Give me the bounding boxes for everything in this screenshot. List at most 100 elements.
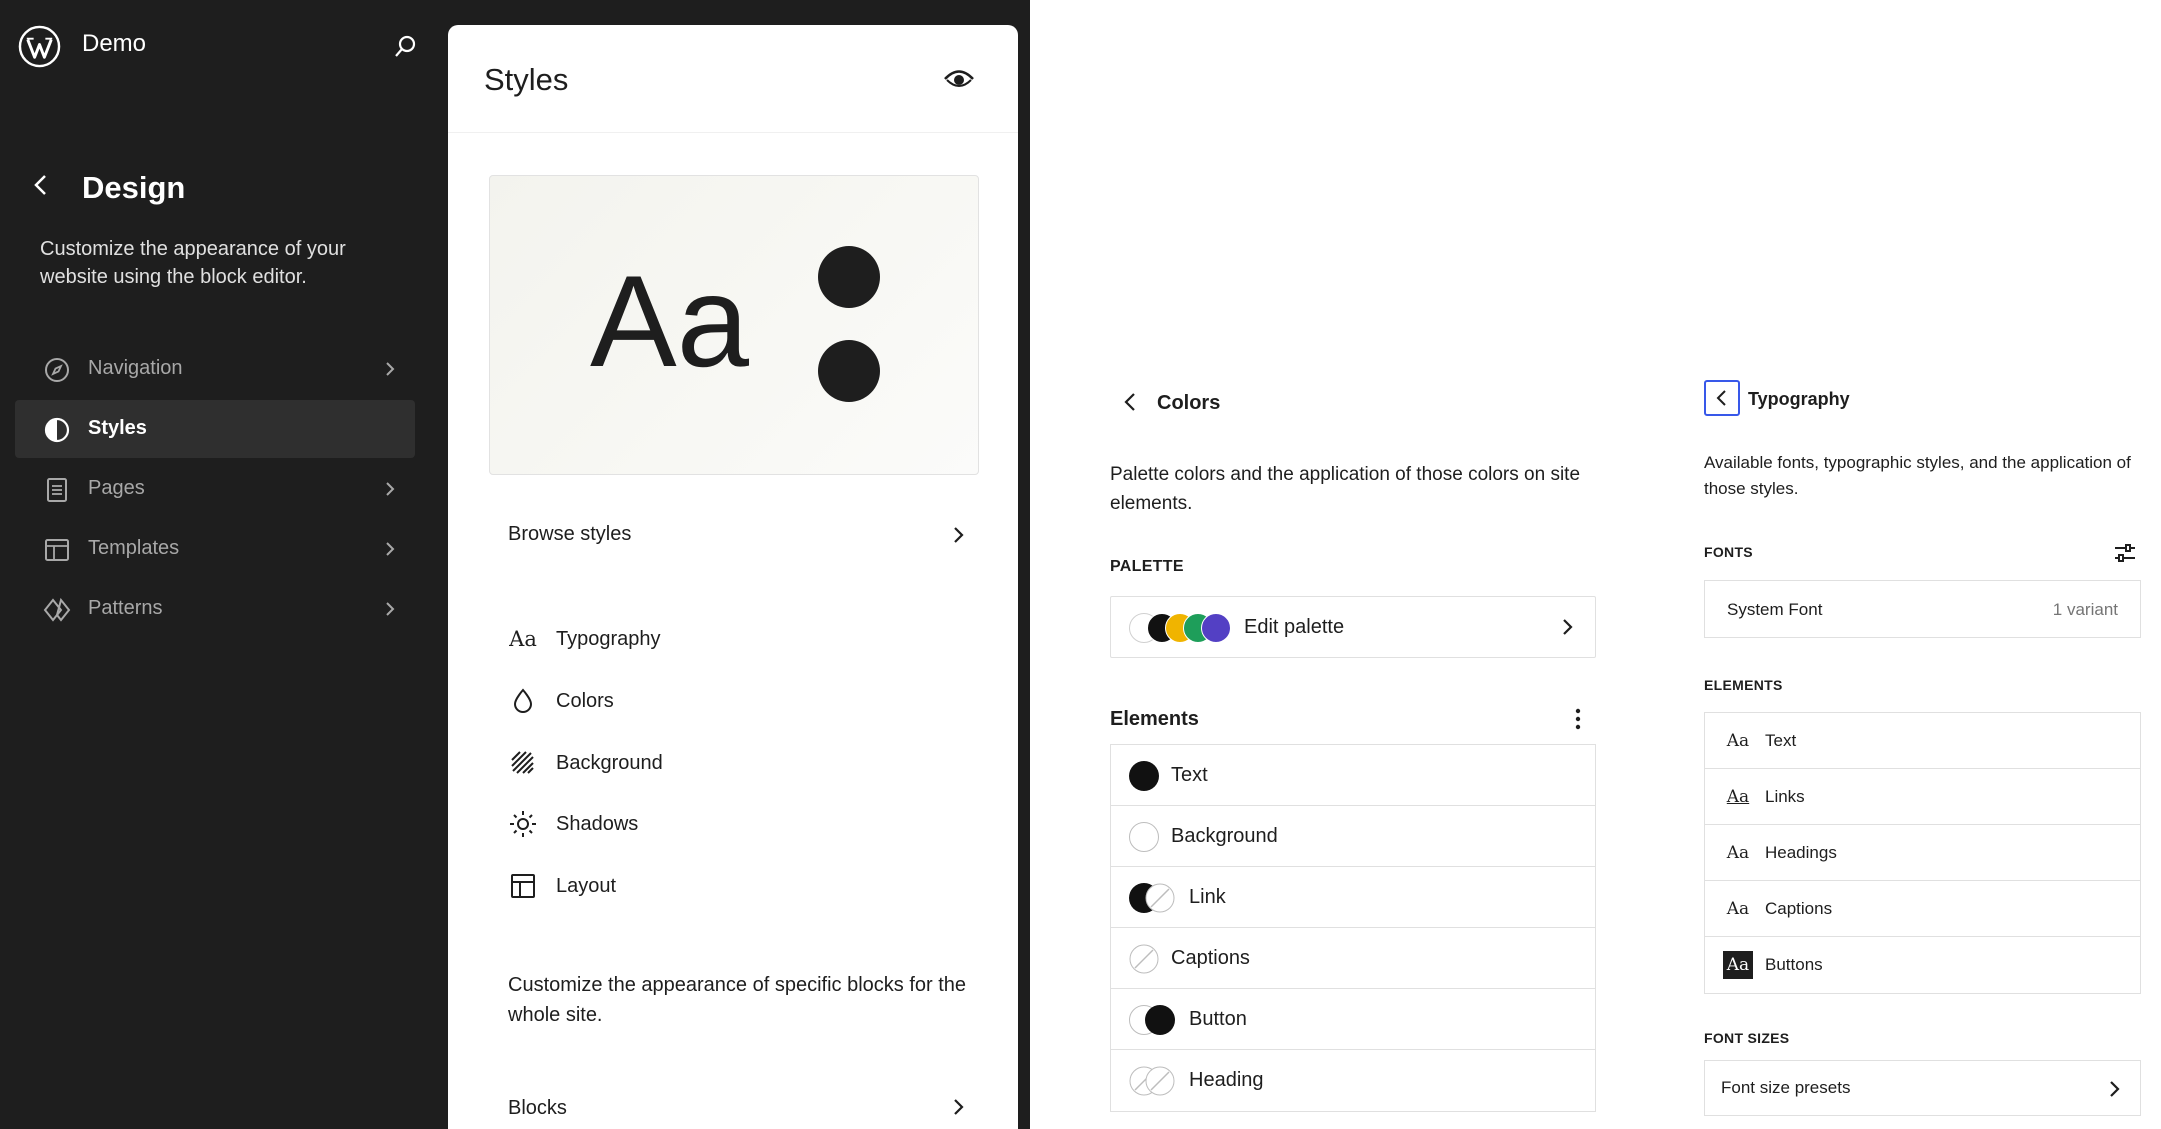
typography-element-label: Captions [1765, 899, 1833, 918]
color-element-label: Text [1171, 764, 1208, 786]
color-element-label: Heading [1189, 1069, 1264, 1091]
elements-header: Elements [1110, 702, 1596, 738]
sidebar-item-label: Styles [88, 417, 147, 439]
styles-item-label: Typography [556, 628, 661, 650]
typography-icon: Aa [1726, 843, 1750, 863]
font-family-item[interactable]: System Font 1 variant [1704, 580, 2141, 638]
typography-element-label: Buttons [1765, 955, 1823, 974]
chevron-right-icon [386, 362, 395, 376]
color-element-text[interactable]: Text [1111, 745, 1595, 806]
sidebar-item-label: Patterns [88, 597, 163, 619]
typography-glyph: Aa [1726, 787, 1750, 807]
chevron-right-icon [954, 1099, 964, 1115]
symbol-icon [43, 597, 71, 622]
background-pattern-icon [511, 751, 534, 774]
font-size-presets-button[interactable]: Font size presets [1704, 1060, 2141, 1116]
styles-panel: Styles Aa Browse styles Aa Typography Co… [448, 25, 1018, 1129]
typography-element-label: Text [1765, 731, 1797, 750]
color-element-label: Background [1171, 825, 1278, 847]
color-element-label: Captions [1171, 947, 1250, 969]
color-element-heading[interactable]: Heading [1111, 1050, 1595, 1111]
typography-panel-title: Typography [1748, 389, 1850, 409]
sidebar-item-templates[interactable]: Templates [15, 520, 415, 578]
site-editor-sidebar: Demo Design Customize the appearance of … [0, 0, 1030, 1129]
wordpress-logo-icon[interactable] [18, 25, 61, 68]
compass-icon [45, 358, 69, 382]
typography-icon: Aa [1726, 731, 1750, 751]
styles-item-layout[interactable]: Layout [508, 863, 968, 909]
color-element-link[interactable]: Link [1111, 867, 1595, 928]
colors-panel-title: Colors [1157, 392, 1221, 414]
preview-typography-sample: Aa [590, 248, 750, 394]
styles-item-shadows[interactable]: Shadows [508, 801, 968, 847]
color-element-button[interactable]: Button [1111, 989, 1595, 1050]
search-icon[interactable] [390, 32, 420, 62]
sidebar-item-styles[interactable]: Styles [15, 400, 415, 458]
sun-icon [510, 811, 536, 837]
typography-element-captions[interactable]: Aa Captions [1705, 881, 2140, 937]
color-elements-list: Text Background Link Captions Button Hea… [1110, 744, 1596, 1112]
styles-item-label: Shadows [556, 813, 639, 835]
typography-icon: Aa [1726, 899, 1750, 919]
blocks-button[interactable]: Blocks [508, 1087, 968, 1127]
color-element-background[interactable]: Background [1111, 806, 1595, 867]
droplet-icon [513, 688, 533, 713]
back-chevron-icon[interactable] [28, 172, 54, 198]
sidebar-item-navigation[interactable]: Navigation [15, 340, 415, 398]
typography-elements-list: Aa Text Aa Links Aa Headings Aa Captions… [1704, 712, 2141, 994]
typography-panel-description: Available fonts, typographic styles, and… [1704, 453, 2131, 498]
styles-item-typography[interactable]: Aa Typography [508, 616, 968, 662]
styles-item-background[interactable]: Background [508, 740, 968, 786]
settings-sliders-icon[interactable] [2112, 540, 2138, 566]
font-name: System Font [1727, 600, 1823, 619]
style-preview[interactable]: Aa [489, 175, 979, 475]
styles-item-colors[interactable]: Colors [508, 678, 968, 724]
browse-styles-label: Browse styles [508, 523, 632, 545]
styles-panel-header: Styles [448, 25, 1018, 133]
chevron-right-icon [386, 542, 395, 556]
typography-icon: Aa [509, 627, 537, 651]
back-chevron-icon [1716, 390, 1726, 406]
browse-styles-button[interactable]: Browse styles [508, 515, 968, 555]
color-swatch [1145, 1005, 1175, 1035]
color-element-captions[interactable]: Captions [1111, 928, 1595, 989]
site-title[interactable]: Demo [82, 30, 146, 58]
chevron-right-icon [954, 527, 964, 543]
back-button[interactable] [1704, 380, 1740, 416]
blocks-description: Customize the appearance of specific blo… [508, 974, 967, 1026]
styles-panel-title: Styles [484, 62, 569, 97]
font-sizes-heading: FONT SIZES [1704, 1030, 1790, 1046]
preview-color-dot [818, 246, 880, 308]
typography-element-label: Links [1765, 787, 1805, 806]
sidebar-item-pages[interactable]: Pages [15, 460, 415, 518]
palette-heading: PALETTE [1110, 558, 1184, 575]
sidebar-item-patterns[interactable]: Patterns [15, 580, 415, 638]
page-icon [47, 478, 67, 502]
color-element-label: Button [1189, 1008, 1247, 1030]
back-chevron-icon[interactable] [1118, 390, 1142, 414]
styles-item-label: Layout [556, 875, 617, 897]
font-variant-count: 1 variant [2052, 600, 2118, 619]
more-vertical-icon[interactable] [1566, 704, 1590, 734]
typography-element-text[interactable]: Aa Text [1705, 713, 2140, 769]
chevron-right-icon [2110, 1081, 2120, 1097]
blocks-label: Blocks [508, 1097, 567, 1119]
sidebar-item-label: Navigation [88, 357, 183, 379]
chevron-right-icon [386, 482, 395, 496]
sidebar-description: Customize the appearance of your website… [40, 238, 346, 288]
fonts-heading: FONTS [1704, 544, 1753, 560]
chevron-right-icon [386, 602, 395, 616]
color-element-label: Link [1189, 886, 1226, 908]
palette-swatch [1201, 613, 1231, 643]
font-size-presets-label: Font size presets [1721, 1078, 1851, 1097]
eye-icon[interactable] [942, 65, 976, 93]
typography-element-buttons[interactable]: Aa Buttons [1705, 937, 2140, 993]
layout-icon [511, 874, 535, 898]
edit-palette-label: Edit palette [1244, 616, 1345, 638]
typography-element-links[interactable]: Aa Links [1705, 769, 2140, 825]
color-swatch-empty [1145, 1066, 1175, 1096]
color-swatch-empty [1129, 944, 1159, 974]
typography-element-headings[interactable]: Aa Headings [1705, 825, 2140, 881]
colors-panel-description: Palette colors and the application of th… [1110, 464, 1581, 514]
edit-palette-button[interactable]: Edit palette [1110, 596, 1596, 658]
